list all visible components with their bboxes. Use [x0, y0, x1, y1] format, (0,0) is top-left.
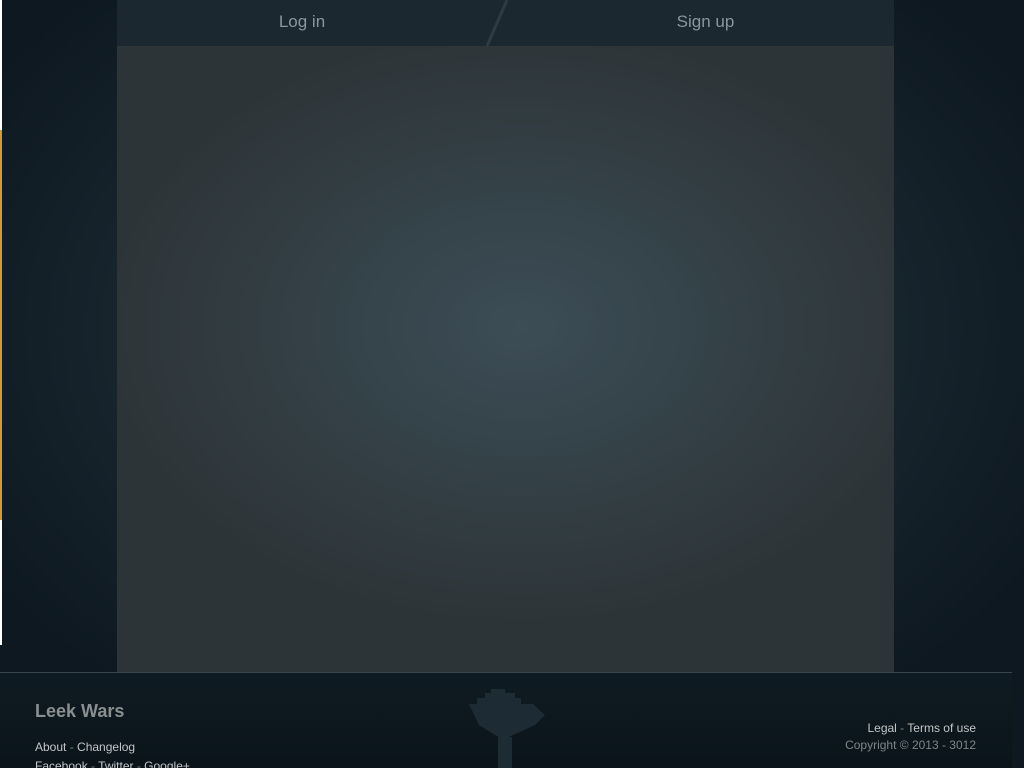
copyright-text: Copyright © 2013 - 3012 — [845, 738, 976, 752]
changelog-link[interactable]: Changelog — [77, 740, 135, 754]
main-content-panel — [117, 46, 894, 672]
facebook-link[interactable]: Facebook — [35, 759, 88, 768]
google-plus-link[interactable]: Google+ — [144, 759, 190, 768]
link-separator: - — [87, 759, 99, 768]
footer: Leek Wars About - Changelog Facebook - T… — [0, 672, 1012, 768]
about-link[interactable]: About — [35, 740, 66, 754]
terms-of-use-link[interactable]: Terms of use — [907, 721, 976, 735]
link-separator: - — [66, 740, 78, 754]
signup-button[interactable]: Sign up — [517, 0, 894, 44]
footer-links-primary: About - Changelog — [35, 740, 135, 754]
leek-icon — [469, 689, 545, 768]
window-edge — [0, 0, 2, 645]
twitter-link[interactable]: Twitter — [98, 759, 133, 768]
nav-divider — [485, 0, 509, 46]
window-edge-accent — [0, 130, 2, 520]
page-background: Log in Sign up Leek Wars About - Changel… — [0, 0, 1024, 768]
footer-legal: Legal - Terms of use — [867, 721, 976, 735]
footer-brand: Leek Wars — [35, 701, 125, 721]
link-separator: - — [896, 721, 908, 735]
legal-link[interactable]: Legal — [867, 721, 896, 735]
link-separator: - — [133, 759, 145, 768]
login-button[interactable]: Log in — [117, 0, 487, 44]
top-nav-bar: Log in Sign up — [117, 0, 894, 46]
footer-links-social: Facebook - Twitter - Google+ — [35, 759, 190, 768]
